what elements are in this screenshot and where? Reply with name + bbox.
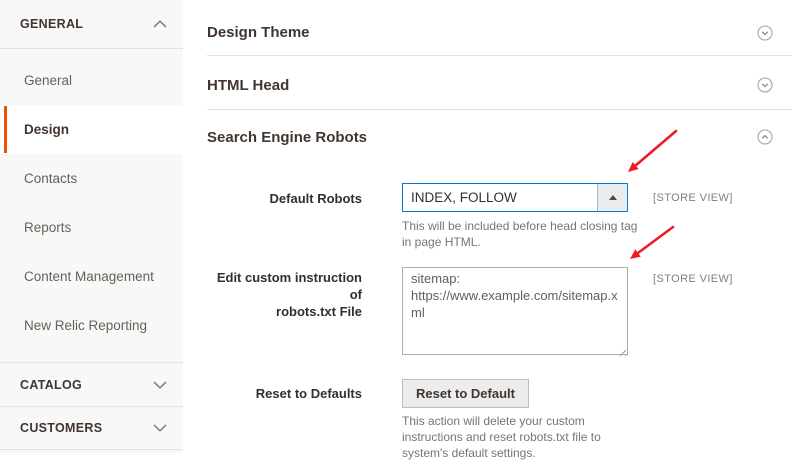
- reset-to-default-button[interactable]: Reset to Default: [402, 379, 529, 409]
- collapse-chevron-down-icon[interactable]: [757, 24, 773, 41]
- sidebar-item-label: New Relic Reporting: [24, 318, 148, 333]
- section-search-engine-robots[interactable]: Search Engine Robots: [207, 110, 792, 164]
- section-title: Search Engine Robots: [207, 128, 368, 146]
- section-title: HTML Head: [207, 76, 290, 94]
- robots-txt-textarea[interactable]: sitemap: https://www.example.com/sitemap…: [402, 267, 628, 356]
- config-page: GENERAL General Design Contacts Reports …: [0, 0, 800, 460]
- section-title: Design Theme: [207, 24, 310, 41]
- reset-defaults-note: This action will delete your custom inst…: [402, 414, 601, 460]
- store-view-scope-label: [STORE VIEW]: [653, 273, 733, 286]
- sidebar-section-catalog[interactable]: CATALOG: [0, 362, 183, 406]
- robots-txt-field: sitemap: https://www.example.com/sitemap…: [402, 267, 628, 360]
- sidebar-item-label: Contacts: [24, 171, 78, 186]
- default-robots-field: INDEX, FOLLOW This will be included befo…: [402, 183, 637, 250]
- sidebar-item-content-management[interactable]: Content Management: [0, 252, 183, 301]
- store-view-scope-label: [STORE VIEW]: [653, 192, 733, 204]
- sidebar-section-customers-label: CUSTOMERS: [20, 421, 103, 435]
- chevron-up-icon: [153, 20, 167, 28]
- collapse-chevron-down-icon[interactable]: [757, 77, 773, 93]
- reset-defaults-label: Reset to Defaults: [255, 386, 362, 402]
- field-row-robots-txt: Edit custom instruction of robots.txt Fi…: [207, 267, 800, 360]
- sidebar-item-new-relic-reporting[interactable]: New Relic Reporting: [0, 301, 183, 350]
- select-collapse-arrow-button[interactable]: [597, 184, 627, 211]
- sidebar-item-contacts[interactable]: Contacts: [0, 154, 183, 203]
- config-sidebar: GENERAL General Design Contacts Reports …: [0, 0, 183, 453]
- sidebar-item-list: General Design Contacts Reports Content …: [0, 49, 183, 362]
- field-row-default-robots: Default Robots INDEX, FOLLOW This will b…: [207, 183, 800, 250]
- default-robots-select[interactable]: INDEX, FOLLOW: [402, 183, 628, 212]
- sidebar-section-general-label: GENERAL: [20, 17, 84, 31]
- sidebar-item-label: Content Management: [24, 269, 154, 284]
- sidebar-item-label: Reports: [24, 220, 72, 235]
- triangle-up-icon: [608, 195, 617, 200]
- robots-txt-label: Edit custom instruction of robots.txt Fi…: [216, 270, 362, 320]
- sidebar-section-customers[interactable]: CUSTOMERS: [0, 406, 183, 450]
- default-robots-label: Default Robots: [269, 191, 362, 206]
- sidebar-section-catalog-label: CATALOG: [20, 377, 83, 392]
- reset-defaults-field: Reset to Default This action will delete…: [402, 379, 628, 461]
- section-html-head[interactable]: HTML Head: [207, 56, 792, 110]
- sidebar-item-reports[interactable]: Reports: [0, 203, 183, 252]
- default-robots-note: This will be included before head closin…: [402, 219, 638, 250]
- section-design-theme[interactable]: Design Theme: [207, 0, 792, 56]
- sidebar-item-general[interactable]: General: [0, 56, 183, 105]
- sidebar-item-label: Design: [24, 122, 70, 137]
- sidebar-item-label: General: [24, 73, 73, 88]
- sidebar-item-design[interactable]: Design: [0, 105, 183, 154]
- chevron-down-icon: [153, 424, 167, 432]
- config-content: Design Theme HTML Head Search Engine Rob…: [183, 0, 800, 460]
- field-row-reset-defaults: Reset to Defaults Reset to Default This …: [207, 379, 800, 461]
- collapse-chevron-up-icon[interactable]: [757, 129, 773, 145]
- sidebar-section-general[interactable]: GENERAL: [0, 0, 183, 49]
- default-robots-selected-value: INDEX, FOLLOW: [411, 190, 517, 205]
- chevron-down-icon: [153, 380, 167, 389]
